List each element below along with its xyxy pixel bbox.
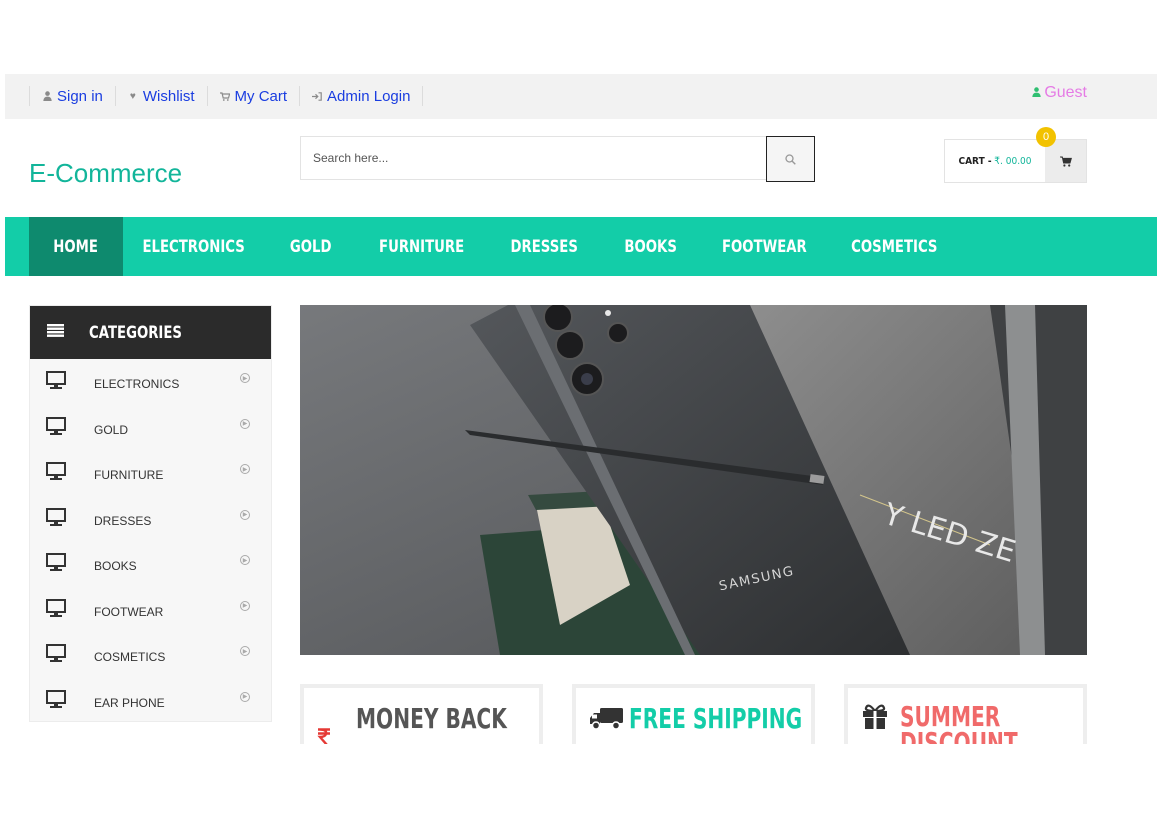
categories-header[interactable]: CATEGORIES (30, 306, 271, 359)
feature-summer-discount: SUMMER DISCOUNT (844, 684, 1087, 744)
gift-icon (863, 704, 887, 729)
nav-footwear[interactable]: FOOTWEAR (719, 217, 809, 276)
nav-books[interactable]: BOOKS (620, 217, 682, 276)
rupee-icon (317, 728, 330, 744)
nav-gold[interactable]: GOLD (286, 217, 336, 276)
menu-icon (47, 323, 67, 342)
hero-banner[interactable]: Y LED ZE SAMSUNG (300, 305, 1087, 655)
chevron-right-icon: ▶ (240, 418, 250, 429)
nav-label: HOME (53, 236, 99, 257)
nav-cosmetics[interactable]: COSMETICS (847, 217, 941, 276)
nav-electronics[interactable]: ELECTRONICS (138, 217, 250, 276)
monitor-icon (46, 462, 66, 480)
guest-label: Guest (1044, 84, 1087, 101)
wishlist-label: Wishlist (142, 87, 195, 105)
search-bar (300, 136, 815, 182)
category-label: EAR PHONE (94, 695, 165, 710)
main-nav: HOME ELECTRONICS GOLD FURNITURE DRESSES … (5, 217, 1157, 276)
monitor-icon (46, 507, 66, 526)
chevron-right-icon: ▶ (240, 600, 250, 611)
user-icon (42, 91, 52, 101)
nav-dresses[interactable]: DRESSES (505, 217, 583, 276)
monitor-icon (46, 371, 66, 389)
monitor-icon (46, 689, 66, 708)
admin-login-link[interactable]: Admin Login (299, 86, 424, 106)
cart-label: CART - (958, 155, 992, 167)
cart-count-badge: 0 (1036, 127, 1056, 147)
nav-label: ELECTRONICS (142, 236, 246, 257)
chevron-right-icon: ▶ (240, 509, 250, 520)
cart-widget[interactable]: CART - ₹. 00.00 (944, 139, 1087, 183)
category-list: ELECTRONICS ▶ GOLD ▶ FURNITURE ▶ DRESSES ▶ BOOKS… (30, 359, 271, 723)
category-label: COSMETICS (94, 650, 166, 664)
cart-icon (219, 91, 230, 101)
category-item-books[interactable]: BOOKS ▶ (30, 541, 271, 587)
categories-title: CATEGORIES (89, 322, 182, 343)
top-links: Sign in ♥ Wishlist My Cart Admin Login (29, 86, 424, 106)
chevron-right-icon: ▶ (240, 646, 250, 656)
monitor-icon (46, 644, 66, 662)
category-item-cosmetics[interactable]: COSMETICS ▶ (30, 632, 271, 678)
search-button[interactable] (766, 136, 815, 182)
category-item-electronics[interactable]: ELECTRONICS ▶ (30, 359, 271, 405)
nav-furniture[interactable]: FURNITURE (375, 217, 469, 276)
category-label: GOLD (94, 422, 129, 437)
banner-image: Y LED ZE SAMSUNG (300, 305, 1087, 655)
category-label: BOOKS (94, 559, 137, 573)
feature-title: MONEY BACK (356, 702, 507, 735)
category-item-furniture[interactable]: FURNITURE ▶ (30, 450, 271, 496)
category-label: ELECTRONICS (94, 377, 180, 391)
category-label: FOOTWEAR (94, 604, 164, 619)
monitor-icon (46, 553, 66, 571)
top-bar: Sign in ♥ Wishlist My Cart Admin Login G… (5, 74, 1157, 119)
category-item-gold[interactable]: GOLD ▶ (30, 405, 271, 451)
chevron-right-icon: ▶ (240, 373, 250, 383)
feature-title: FREE SHIPPING (629, 702, 803, 735)
wishlist-link[interactable]: ♥ Wishlist (114, 86, 207, 106)
categories-sidebar: CATEGORIES ELECTRONICS ▶ GOLD ▶ FURNITURE ▶ DR… (29, 305, 272, 722)
heart-icon: ♥ (129, 90, 136, 102)
cart-button[interactable] (1045, 140, 1086, 182)
nav-label: GOLD (290, 236, 332, 257)
sign-in-link[interactable]: Sign in (29, 86, 115, 106)
admin-login-label: Admin Login (327, 87, 411, 105)
my-cart-link[interactable]: My Cart (206, 86, 300, 106)
cart-amount: ₹. 00.00 (994, 155, 1032, 167)
sign-in-label: Sign in (57, 87, 103, 105)
category-label: DRESSES (94, 513, 152, 528)
category-item-dresses[interactable]: DRESSES ▶ (30, 496, 271, 542)
monitor-icon (46, 598, 66, 617)
guest-account[interactable]: Guest (1032, 84, 1087, 102)
user-icon (1032, 86, 1042, 100)
site-logo[interactable]: E-Commerce (29, 158, 182, 189)
search-input[interactable] (300, 136, 766, 180)
nav-label: FOOTWEAR (721, 236, 807, 257)
nav-label: BOOKS (624, 236, 678, 257)
nav-label: DRESSES (510, 236, 578, 257)
category-label: FURNITURE (94, 468, 164, 482)
monitor-icon (46, 416, 66, 435)
cart-summary: CART - ₹. 00.00 (950, 140, 1040, 182)
category-item-ear-phone[interactable]: EAR PHONE ▶ (30, 678, 271, 724)
login-icon (312, 91, 322, 101)
nav-label: FURNITURE (379, 236, 465, 257)
chevron-right-icon: ▶ (240, 464, 250, 474)
truck-icon (590, 708, 623, 730)
feature-money-back: MONEY BACK (300, 684, 543, 744)
chevron-right-icon: ▶ (240, 691, 250, 702)
search-icon (785, 153, 796, 165)
nav-label: COSMETICS (850, 236, 938, 257)
feature-free-shipping: FREE SHIPPING (572, 684, 815, 744)
category-item-footwear[interactable]: FOOTWEAR ▶ (30, 587, 271, 633)
ecommerce-page: Sign in ♥ Wishlist My Cart Admin Login G… (0, 0, 1161, 832)
feature-title: SUMMER DISCOUNT (900, 700, 1018, 745)
cart-icon (1059, 156, 1072, 167)
chevron-right-icon: ▶ (240, 555, 250, 565)
my-cart-label: My Cart (234, 87, 288, 105)
nav-home[interactable]: HOME (29, 217, 123, 276)
